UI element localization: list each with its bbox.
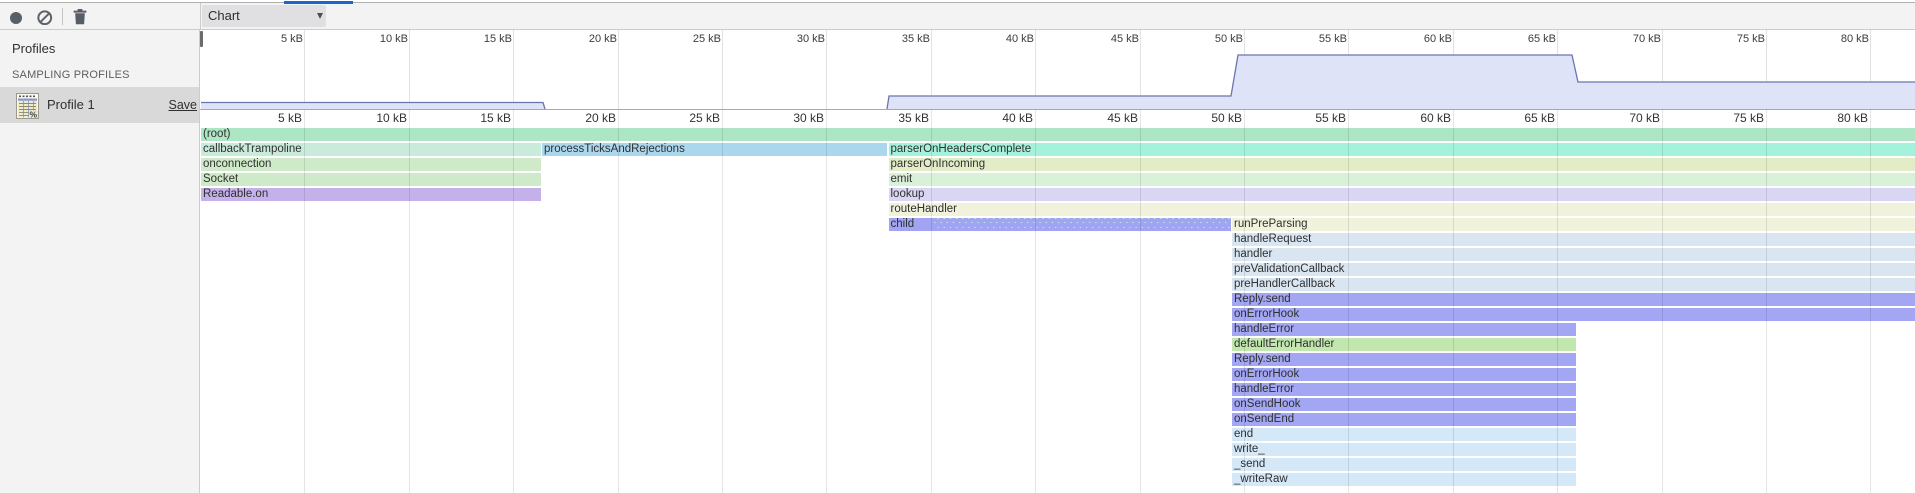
svg-text:%: % xyxy=(30,110,38,120)
